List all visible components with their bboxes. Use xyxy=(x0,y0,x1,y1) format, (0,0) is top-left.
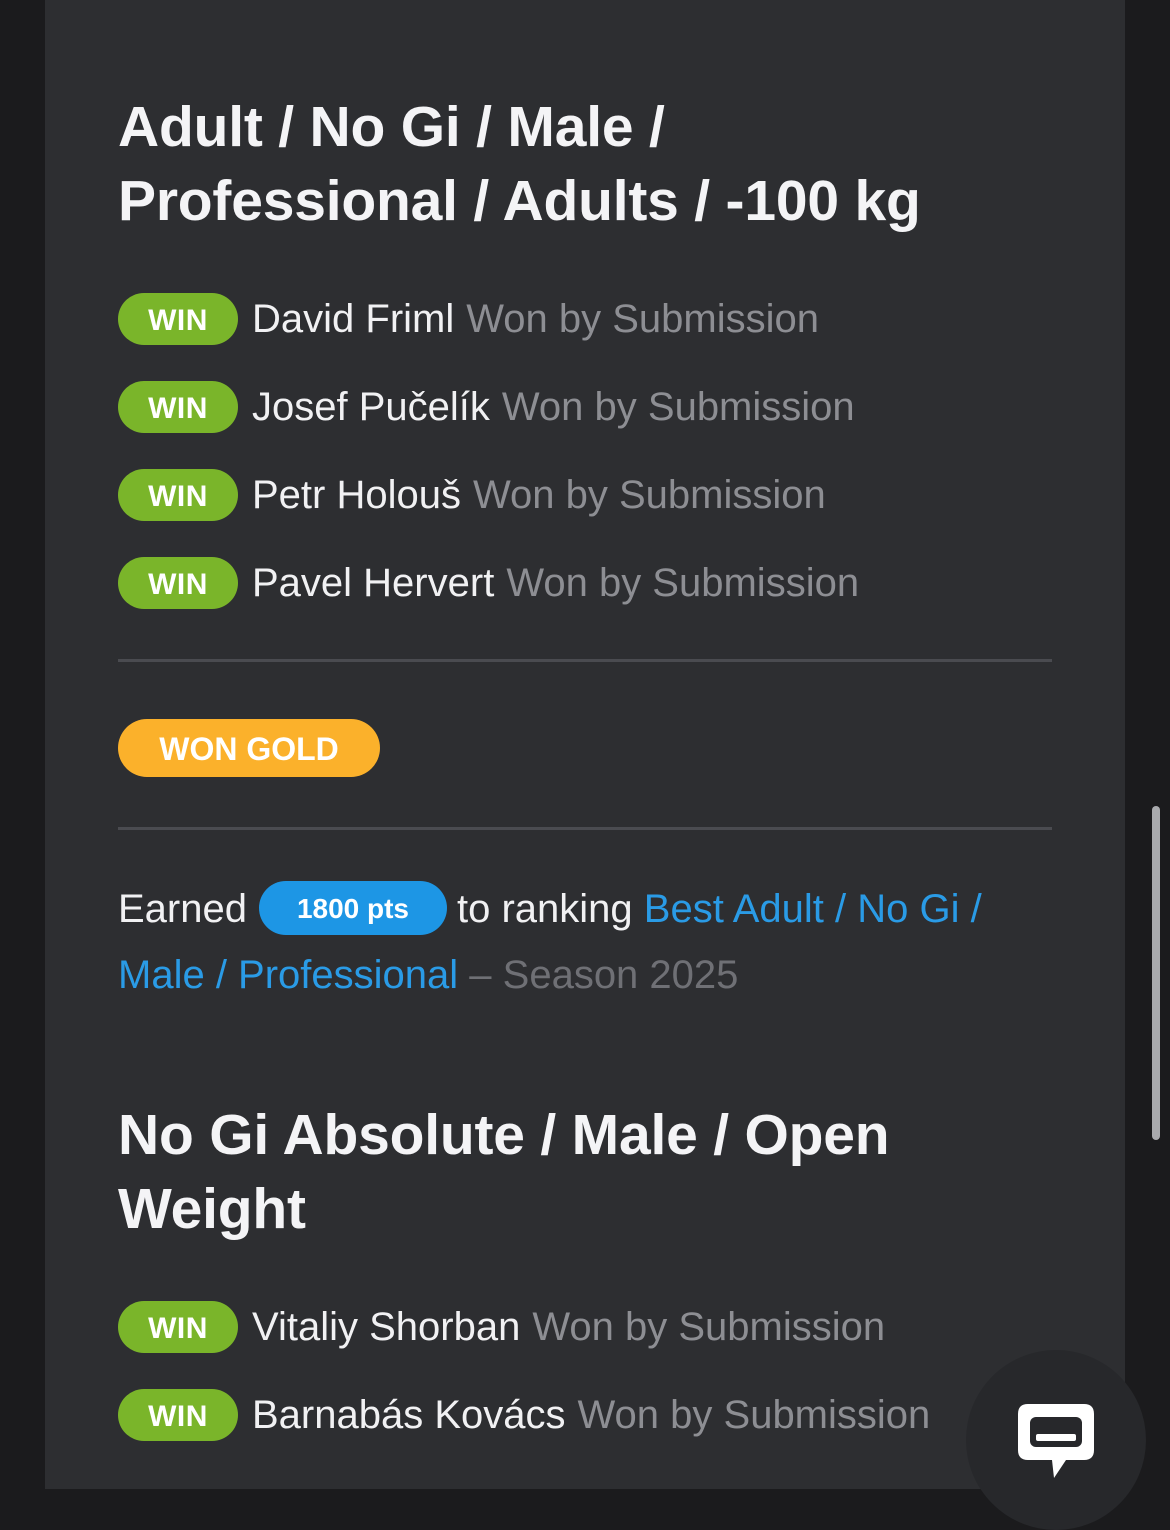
to-ranking-label: to ranking xyxy=(456,887,633,931)
medal-badge: WON GOLD xyxy=(118,719,380,777)
match-result: Won by Submission xyxy=(506,560,860,605)
win-badge: WIN xyxy=(118,1389,238,1441)
match-row: WIN Petr Holouš Won by Submission xyxy=(118,468,826,522)
match-row: WIN Pavel Hervert Won by Submission xyxy=(118,556,859,610)
match-row: WIN Barnabás Kovács Won by Submission xyxy=(118,1388,930,1442)
win-badge: WIN xyxy=(118,469,238,521)
opponent-name: Pavel Hervert xyxy=(252,560,495,605)
chat-widget-button[interactable] xyxy=(966,1350,1146,1530)
section-title: Adult / No Gi / Male / Professional / Ad… xyxy=(118,90,1052,238)
match-result: Won by Submission xyxy=(472,472,826,517)
opponent-name: Petr Holouš xyxy=(252,472,461,517)
scrollbar[interactable] xyxy=(1152,806,1160,1140)
section-title-line1: Adult / No Gi / Male / xyxy=(118,95,665,159)
opponent-name: Barnabás Kovács xyxy=(252,1392,566,1437)
match-result: Won by Submission xyxy=(577,1392,931,1437)
section-title: No Gi Absolute / Male / Open Weight xyxy=(118,1098,1052,1246)
match-result: Won by Submission xyxy=(532,1304,886,1349)
divider xyxy=(118,827,1052,830)
divider xyxy=(118,659,1052,662)
win-badge: WIN xyxy=(118,557,238,609)
win-badge: WIN xyxy=(118,293,238,345)
match-row: WIN David Friml Won by Submission xyxy=(118,292,819,346)
points-badge: 1800 pts xyxy=(258,881,447,936)
section-title-line2: Professional / Adults / -100 kg xyxy=(118,169,921,233)
match-result: Won by Submission xyxy=(466,296,819,341)
season-label: – Season 2025 xyxy=(469,953,739,997)
match-row: WIN Vitaliy Shorban Won by Submission xyxy=(118,1300,885,1354)
match-result: Won by Submission xyxy=(501,384,855,429)
ranking-points-text: Earned 1800 pts to ranking Best Adult / No… xyxy=(118,876,1052,1008)
match-row: WIN Josef Pučelík Won by Submission xyxy=(118,380,855,434)
chat-bubble-icon xyxy=(1018,1404,1094,1478)
section-title-line1: No Gi Absolute / Male / Open xyxy=(118,1103,890,1167)
opponent-name: Vitaliy Shorban xyxy=(252,1304,521,1349)
section-title-line2: Weight xyxy=(118,1177,306,1241)
opponent-name: Josef Pučelík xyxy=(252,384,490,429)
opponent-name: David Friml xyxy=(252,296,455,341)
win-badge: WIN xyxy=(118,1301,238,1353)
earned-label: Earned xyxy=(118,887,247,931)
results-content: Adult / No Gi / Male / Professional / Ad… xyxy=(118,0,1052,1489)
results-card: Adult / No Gi / Male / Professional / Ad… xyxy=(45,0,1125,1489)
win-badge: WIN xyxy=(118,381,238,433)
